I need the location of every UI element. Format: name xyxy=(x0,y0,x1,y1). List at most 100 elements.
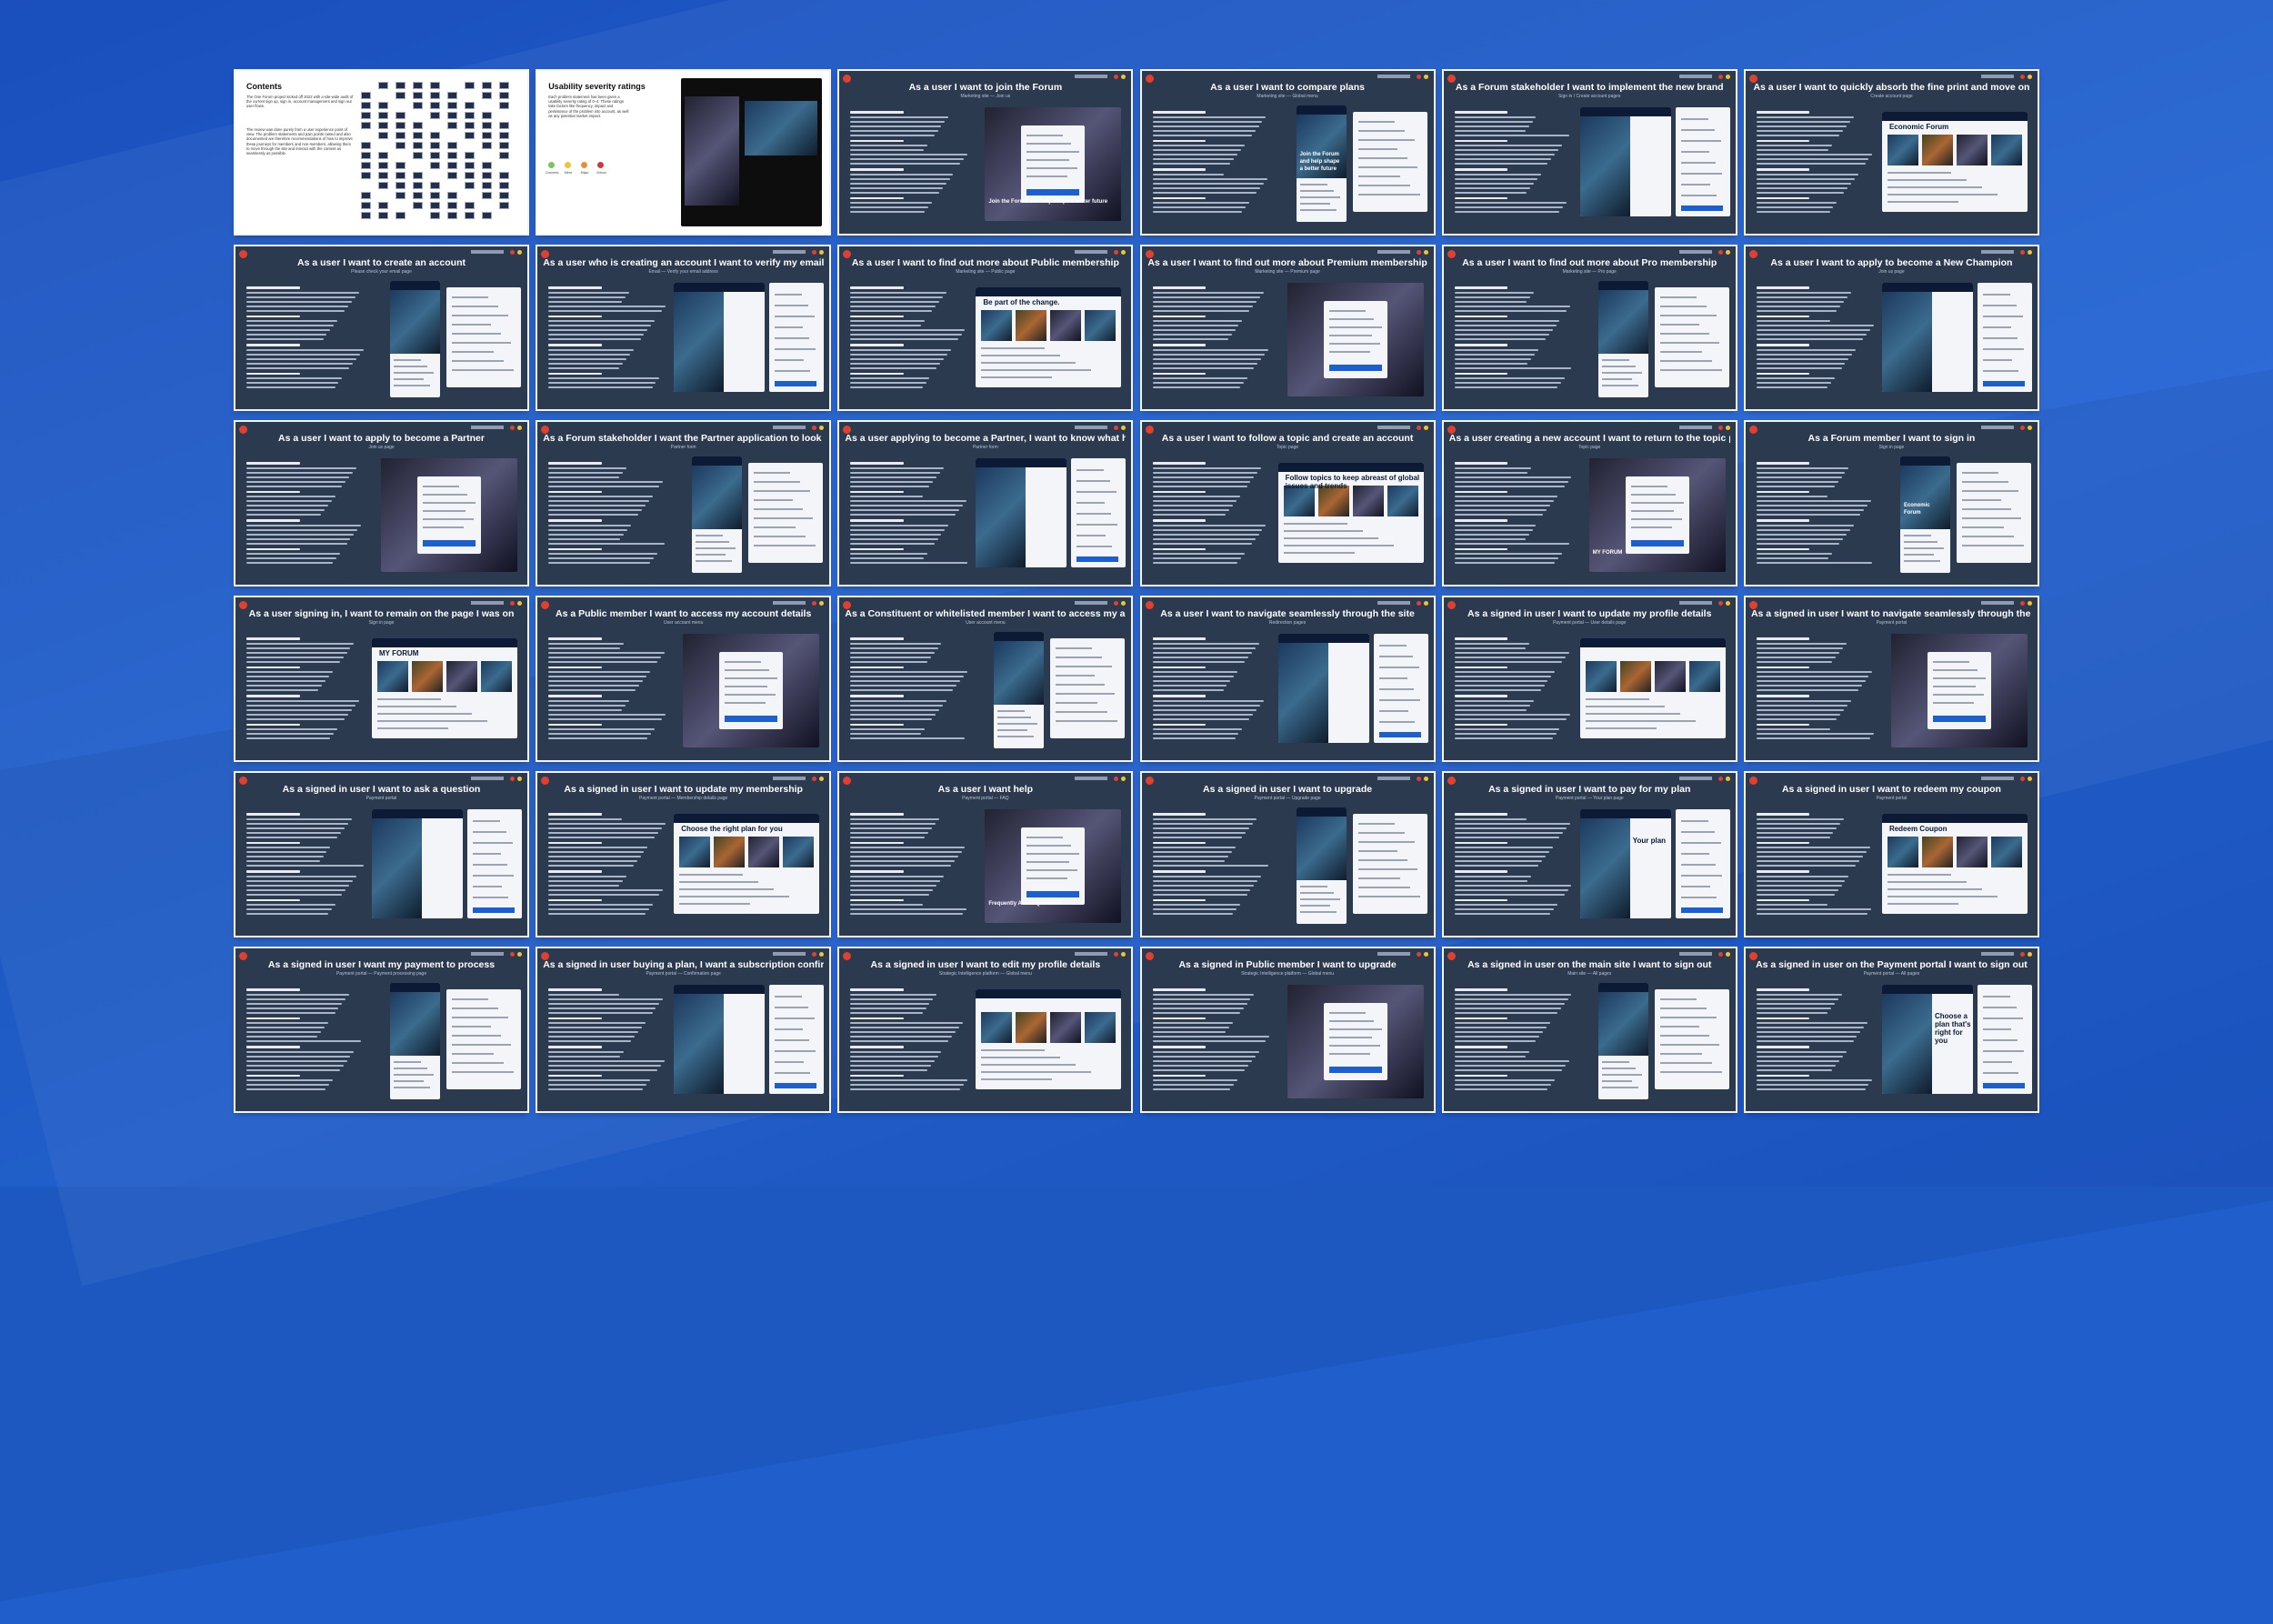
text-line xyxy=(1283,552,1355,554)
slide-card[interactable]: As a signed in user I want to upgrade Pay… xyxy=(1139,771,1436,937)
text-line xyxy=(246,666,300,668)
primary-button[interactable] xyxy=(1026,189,1080,195)
slide-card[interactable]: As a user I want to quickly absorb the f… xyxy=(1743,69,2039,236)
text-line xyxy=(850,191,939,194)
slide-card[interactable]: As a user I want to join the Forum Market… xyxy=(837,69,1134,236)
slide-card[interactable]: Usability severity ratings Each problem s… xyxy=(536,69,832,236)
severity-label: Major xyxy=(580,171,589,175)
status-dot xyxy=(1717,75,1723,79)
primary-button[interactable] xyxy=(1328,365,1382,371)
slide-card[interactable]: As a signed in Public member I want to u… xyxy=(1139,947,1436,1113)
slide-card[interactable]: As a signed in user I want to ask a ques… xyxy=(234,771,529,937)
primary-button[interactable] xyxy=(1932,716,1986,722)
slide-card[interactable]: As a Forum stakeholder I want the Partne… xyxy=(536,420,832,586)
primary-button[interactable] xyxy=(725,716,778,722)
slide-card[interactable]: As a signed in user I want to update my … xyxy=(536,771,832,937)
text-line xyxy=(850,1079,968,1081)
slide-body-text xyxy=(1454,634,1573,742)
text-line xyxy=(548,329,648,331)
primary-button[interactable] xyxy=(775,1083,817,1088)
text-line xyxy=(548,822,666,825)
primary-button[interactable] xyxy=(1076,556,1119,562)
text-line xyxy=(1756,533,1847,536)
slide-card[interactable]: As a user applying to become a Partner, … xyxy=(837,420,1134,586)
slide-card[interactable]: As a signed in user I want to update my … xyxy=(1441,596,1737,762)
text-line xyxy=(1152,1007,1244,1009)
primary-button[interactable] xyxy=(1026,891,1080,897)
slide-card[interactable]: As a user I want to create an account Ple… xyxy=(234,245,529,411)
text-line xyxy=(1357,823,1395,825)
slide-card[interactable]: As a Forum member I want to sign in Sign … xyxy=(1743,420,2039,586)
slide-card[interactable]: As a user I want help Payment portal — FA… xyxy=(837,771,1134,937)
text-line xyxy=(981,1057,1061,1058)
card-image xyxy=(1352,486,1384,516)
slide-card[interactable]: As a signed in user on the Payment porta… xyxy=(1743,947,2039,1113)
slide-subtitle: Sign in / Create account pages xyxy=(1558,94,1621,99)
slide-card[interactable]: As a user who is creating an account I w… xyxy=(536,245,832,411)
primary-button[interactable] xyxy=(1630,540,1684,546)
status-dot xyxy=(1725,250,1730,255)
slide-card[interactable]: As a user I want to follow a topic and c… xyxy=(1139,420,1436,586)
slide-card[interactable]: As a signed in user I want to redeem my … xyxy=(1743,771,2039,937)
slide-card[interactable]: As a signed in user I want to edit my pr… xyxy=(837,947,1134,1113)
primary-button[interactable] xyxy=(1378,732,1421,737)
screenshot-phone xyxy=(692,456,743,573)
hero-image xyxy=(1277,643,1328,743)
text-line xyxy=(452,360,504,362)
primary-button[interactable] xyxy=(473,907,515,913)
text-line xyxy=(246,908,332,910)
status-dots xyxy=(1717,777,1730,781)
slide-card[interactable]: As a user I want to find out more about … xyxy=(837,245,1134,411)
slide-card[interactable]: As a signed in user I want my payment to… xyxy=(234,947,529,1113)
text-line xyxy=(246,329,331,331)
primary-button[interactable] xyxy=(1328,1067,1382,1073)
flow-thumbnail xyxy=(378,132,388,139)
slide-card[interactable]: As a user I want to apply to become a Pa… xyxy=(234,420,529,586)
slide-card[interactable]: As a user signing in, I want to remain o… xyxy=(234,596,529,762)
flow-thumbnail xyxy=(465,172,475,179)
status-dot xyxy=(1725,601,1730,606)
text-line xyxy=(1454,699,1534,702)
nav-bar xyxy=(1881,985,1973,994)
slide-card[interactable]: As a user I want to find out more about … xyxy=(1441,245,1737,411)
text-line xyxy=(246,1046,300,1048)
slide-card[interactable]: As a signed in user I want to pay for my… xyxy=(1441,771,1737,937)
text-line xyxy=(246,300,352,303)
text-line xyxy=(1454,841,1508,844)
slide-card[interactable]: As a Forum stakeholder I want to impleme… xyxy=(1441,69,1737,236)
text-line xyxy=(548,500,649,502)
text-line xyxy=(1756,1027,1865,1028)
primary-button[interactable] xyxy=(1680,206,1723,211)
slide-subtitle: Main site — All pages xyxy=(1567,971,1612,977)
text-line xyxy=(1454,500,1554,502)
slide-card[interactable]: As a user I want to navigate seamlessly … xyxy=(1139,596,1436,762)
text-line xyxy=(548,480,664,483)
screenshot xyxy=(674,283,766,392)
slide-body-text xyxy=(1454,985,1573,1093)
slide-card[interactable]: As a signed in user buying a plan, I wan… xyxy=(536,947,832,1113)
primary-button[interactable] xyxy=(1982,1083,2025,1088)
slide-card[interactable]: As a signed in user I want to navigate s… xyxy=(1743,596,2039,762)
slide-card[interactable]: As a user I want to compare plans Marketi… xyxy=(1139,69,1436,236)
text-line xyxy=(246,471,353,474)
text-line xyxy=(548,870,602,873)
text-line xyxy=(1056,693,1116,695)
slide-card[interactable]: As a Public member I want to access my a… xyxy=(536,596,832,762)
primary-button[interactable] xyxy=(775,381,817,386)
text-line xyxy=(1680,897,1717,898)
card-image xyxy=(1619,661,1651,692)
text-line xyxy=(548,505,646,506)
primary-button[interactable] xyxy=(1982,381,2025,386)
slide-card[interactable]: As a Constituent or whitelisted member I… xyxy=(837,596,1134,762)
text-line xyxy=(1454,125,1529,127)
card-image xyxy=(981,1012,1013,1043)
slide-card[interactable]: As a user I want to find out more about … xyxy=(1139,245,1436,411)
slide-card[interactable]: As a user I want to apply to become a Ne… xyxy=(1743,245,2039,411)
primary-button[interactable] xyxy=(423,540,476,546)
slide-card[interactable]: Contents The One Forum project kicked off… xyxy=(234,69,529,236)
text-line xyxy=(1756,537,1843,540)
primary-button[interactable] xyxy=(1680,907,1723,913)
slide-card[interactable]: As a signed in user on the main site I w… xyxy=(1441,947,1737,1113)
slide-card[interactable]: As a user creating a new account I want … xyxy=(1441,420,1737,586)
text-line xyxy=(850,139,904,142)
